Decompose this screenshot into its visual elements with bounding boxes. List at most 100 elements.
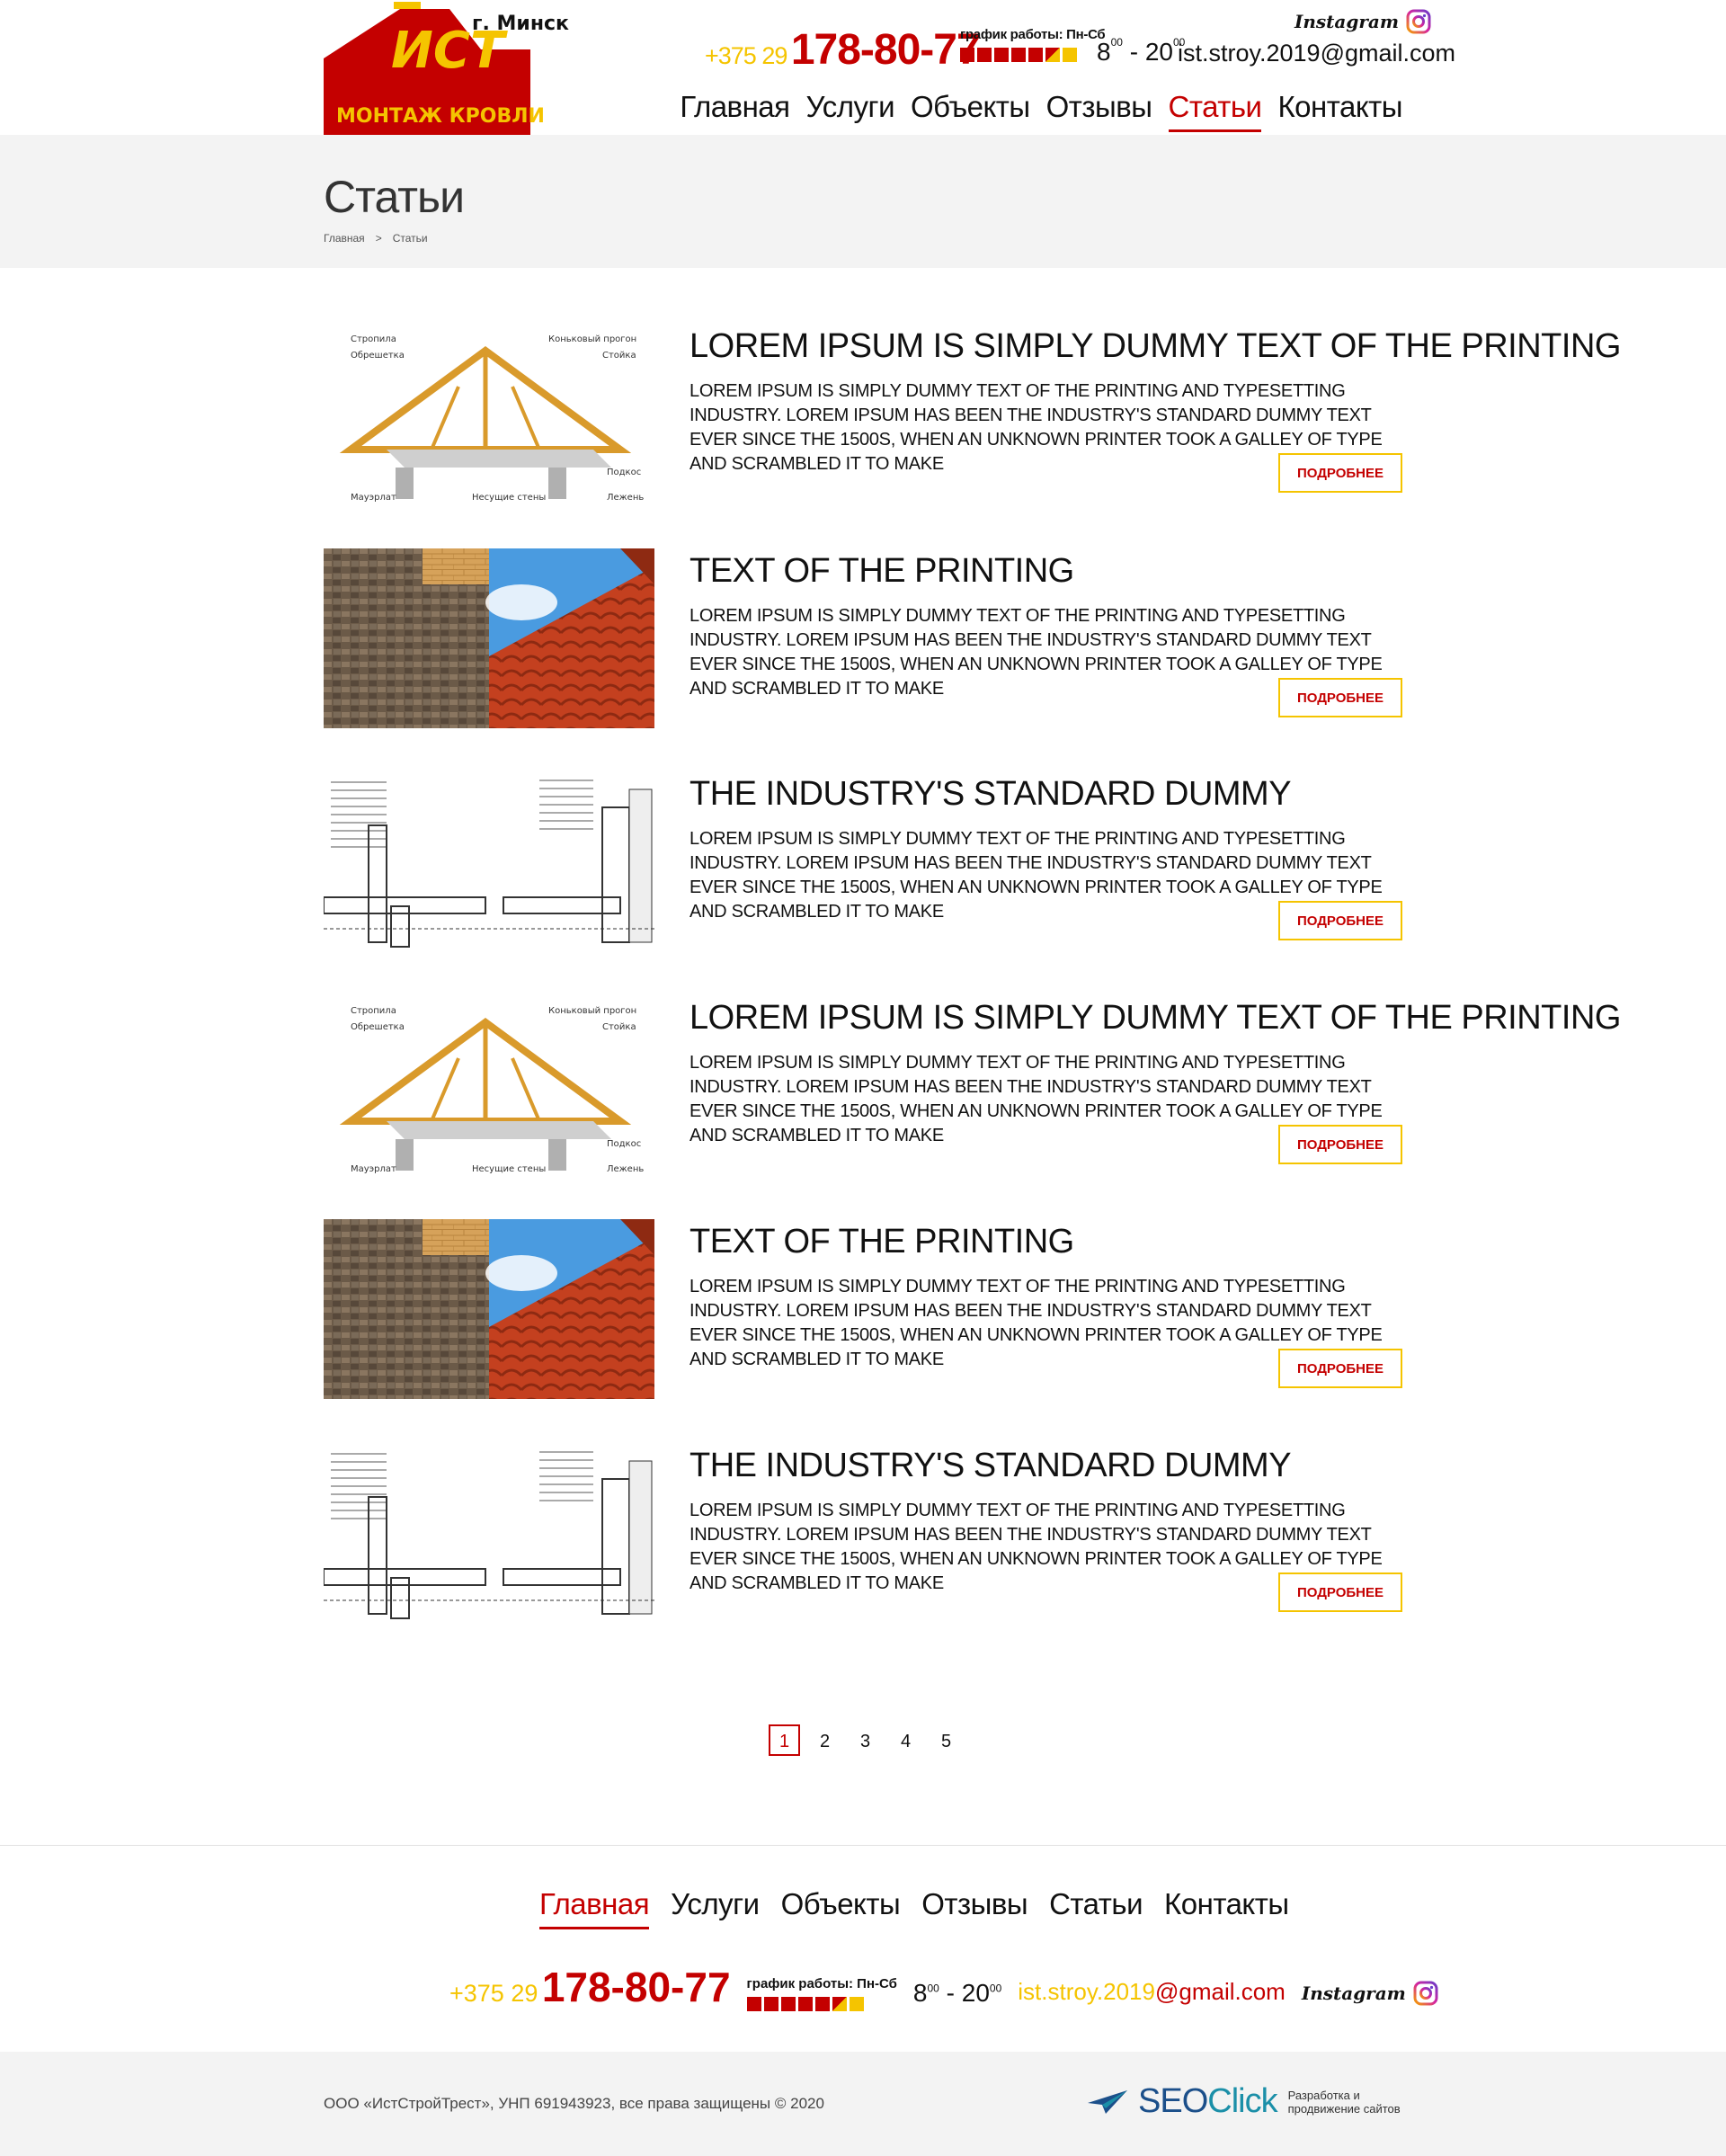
footer-email[interactable]: ist.stroy.2019@gmail.com bbox=[1018, 1978, 1286, 2006]
svg-text:Коньковый прогон: Коньковый прогон bbox=[548, 1006, 636, 1016]
article-title[interactable]: the industry's standard dummy bbox=[690, 1447, 1292, 1485]
nav-articles[interactable]: Статьи bbox=[1168, 90, 1262, 132]
roof-section-drawing-image bbox=[324, 771, 654, 951]
breadcrumb-home[interactable]: Главная bbox=[324, 232, 365, 245]
footer-nav-articles[interactable]: Статьи bbox=[1049, 1887, 1143, 1929]
breadcrumb-current: Статьи bbox=[392, 232, 428, 245]
footer-nav-reviews[interactable]: Отзывы bbox=[921, 1887, 1028, 1929]
page-1[interactable]: 1 bbox=[769, 1724, 800, 1756]
svg-text:Стойка: Стойка bbox=[602, 1022, 636, 1032]
article-item: Стропила Обрешетка Коньковый прогон Стойка… bbox=[324, 324, 1621, 503]
main-nav: Главная Услуги Объекты Отзывы Статьи Кон… bbox=[680, 90, 1402, 132]
nav-contacts[interactable]: Контакты bbox=[1277, 90, 1402, 132]
footer-bottom-bar: ООО «ИстСтройТрест», УНП 691943923, все … bbox=[0, 2052, 1726, 2156]
read-more-button[interactable]: Подробнее bbox=[1278, 678, 1402, 717]
nav-home[interactable]: Главная bbox=[680, 90, 790, 132]
roof-truss-diagram-image: Стропила Обрешетка Коньковый прогон Стойка… bbox=[324, 324, 654, 503]
logo-city: г. Минск bbox=[472, 13, 569, 35]
site-footer: Главная Услуги Объекты Отзывы Статьи Кон… bbox=[0, 1845, 1726, 2052]
svg-text:Коньковый прогон: Коньковый прогон bbox=[548, 334, 636, 344]
page-2[interactable]: 2 bbox=[809, 1724, 841, 1756]
breadcrumb: Главная > Статьи bbox=[324, 232, 428, 245]
read-more-button[interactable]: Подробнее bbox=[1278, 901, 1402, 940]
article-item: the industry's standard dummy Lorem Ipsu… bbox=[324, 771, 1402, 951]
developer-brand: SEOClick bbox=[1138, 2082, 1278, 2120]
article-item: the industry's standard dummy Lorem Ipsu… bbox=[324, 1443, 1402, 1623]
footer-nav-contacts[interactable]: Контакты bbox=[1164, 1887, 1289, 1929]
page-3[interactable]: 3 bbox=[850, 1724, 881, 1756]
footer-hours: 800 - 2000 bbox=[912, 1979, 1002, 2007]
work-schedule: график работы: Пн-Сб bbox=[960, 27, 1106, 62]
footer-instagram-link[interactable]: Instagram bbox=[1302, 1981, 1438, 2006]
breadcrumb-separator: > bbox=[375, 232, 382, 245]
weekday-squares bbox=[960, 48, 1095, 62]
footer-nav-services[interactable]: Услуги bbox=[671, 1887, 760, 1929]
read-more-button[interactable]: Подробнее bbox=[1278, 1349, 1402, 1388]
pagination: 1 2 3 4 5 bbox=[769, 1724, 962, 1756]
svg-text:МОНТАЖ КРОВЛИ: МОНТАЖ КРОВЛИ bbox=[336, 105, 545, 128]
svg-text:Подкос: Подкос bbox=[607, 468, 641, 477]
article-title[interactable]: text of the printing bbox=[690, 552, 1074, 591]
article-image[interactable] bbox=[324, 1443, 654, 1623]
roof-section-drawing-image bbox=[324, 1443, 654, 1623]
footer-nav-home[interactable]: Главная bbox=[539, 1887, 650, 1929]
footer-contacts: +375 29 178-80-77 график работы: Пн-Сб 8… bbox=[449, 1963, 1438, 2011]
article-image[interactable]: Стропила Обрешетка Коньковый прогон Стойка… bbox=[324, 995, 654, 1175]
read-more-button[interactable]: Подробнее bbox=[1278, 1125, 1402, 1164]
svg-text:Стропила: Стропила bbox=[351, 1006, 396, 1016]
roof-tiles-photo-image bbox=[324, 548, 654, 728]
article-item: Стропила Обрешетка Коньковый прогон Стойка… bbox=[324, 995, 1621, 1175]
footer-schedule: график работы: Пн-Сб bbox=[746, 1976, 897, 2011]
svg-text:Мауэрлат: Мауэрлат bbox=[351, 493, 396, 503]
article-title[interactable]: text of the printing bbox=[690, 1223, 1074, 1261]
paper-plane-icon bbox=[1088, 2089, 1127, 2114]
svg-text:Несущие стены: Несущие стены bbox=[472, 1164, 546, 1174]
phone-number: 178-80-77 bbox=[790, 26, 981, 74]
nav-reviews[interactable]: Отзывы bbox=[1046, 90, 1152, 132]
article-image[interactable] bbox=[324, 1219, 654, 1399]
page-5[interactable]: 5 bbox=[930, 1724, 962, 1756]
work-hours: 800 - 2000 bbox=[1097, 36, 1186, 66]
nav-objects[interactable]: Объекты bbox=[911, 90, 1030, 132]
svg-text:Мауэрлат: Мауэрлат bbox=[351, 1164, 396, 1174]
copyright: ООО «ИстСтройТрест», УНП 691943923, все … bbox=[324, 2095, 824, 2112]
article-title[interactable]: the industry's standard dummy bbox=[690, 775, 1292, 814]
article-item: text of the printing Lorem Ipsum is simp… bbox=[324, 1219, 1402, 1399]
article-title[interactable]: Lorem Ipsum is simply dummy text of the … bbox=[690, 999, 1621, 1038]
article-image[interactable] bbox=[324, 548, 654, 728]
article-item: text of the printing Lorem Ipsum is simp… bbox=[324, 548, 1402, 728]
article-image[interactable] bbox=[324, 771, 654, 951]
site-header: ИСТ МОНТАЖ КРОВЛИ г. Минск +375 29 178-8… bbox=[0, 0, 1726, 135]
svg-text:Несущие стены: Несущие стены bbox=[472, 493, 546, 503]
roof-tiles-photo-image bbox=[324, 1219, 654, 1399]
instagram-link[interactable]: Instagram bbox=[1294, 9, 1431, 34]
page-title: Статьи bbox=[324, 172, 465, 222]
svg-text:Обрешетка: Обрешетка bbox=[351, 1022, 405, 1032]
svg-text:Лежень: Лежень bbox=[607, 1164, 644, 1174]
header-email[interactable]: ist.stroy.2019@gmail.com bbox=[1178, 40, 1455, 67]
svg-text:Лежень: Лежень bbox=[607, 493, 644, 503]
developer-description: Разработка и продвижение сайтов bbox=[1287, 2088, 1401, 2116]
roof-truss-diagram-image: Стропила Обрешетка Коньковый прогон Стойка… bbox=[324, 995, 654, 1175]
schedule-label: график работы: Пн-Сб bbox=[960, 27, 1106, 42]
svg-text:Подкос: Подкос bbox=[607, 1139, 641, 1149]
read-more-button[interactable]: Подробнее bbox=[1278, 1572, 1402, 1612]
footer-nav-objects[interactable]: Объекты bbox=[781, 1887, 901, 1929]
header-phone[interactable]: +375 29 178-80-77 bbox=[705, 25, 981, 75]
page-4[interactable]: 4 bbox=[890, 1724, 921, 1756]
developer-link[interactable]: SEOClick Разработка и продвижение сайтов bbox=[1088, 2082, 1401, 2121]
article-image[interactable]: Стропила Обрешетка Коньковый прогон Стойка… bbox=[324, 324, 654, 503]
instagram-label: Instagram bbox=[1294, 11, 1399, 32]
instagram-icon bbox=[1406, 9, 1431, 34]
instagram-icon bbox=[1413, 1981, 1438, 2006]
svg-text:Обрешетка: Обрешетка bbox=[351, 351, 405, 361]
footer-phone[interactable]: +375 29 178-80-77 bbox=[449, 1963, 731, 2011]
phone-prefix: +375 29 bbox=[705, 42, 787, 69]
read-more-button[interactable]: Подробнее bbox=[1278, 453, 1402, 493]
svg-text:Стойка: Стойка bbox=[602, 351, 636, 361]
svg-text:Стропила: Стропила bbox=[351, 334, 396, 344]
page-title-band: Статьи Главная > Статьи bbox=[0, 135, 1726, 268]
footer-nav: Главная Услуги Объекты Отзывы Статьи Кон… bbox=[539, 1887, 1289, 1929]
article-title[interactable]: Lorem Ipsum is simply dummy text of the … bbox=[690, 327, 1621, 366]
nav-services[interactable]: Услуги bbox=[806, 90, 895, 132]
